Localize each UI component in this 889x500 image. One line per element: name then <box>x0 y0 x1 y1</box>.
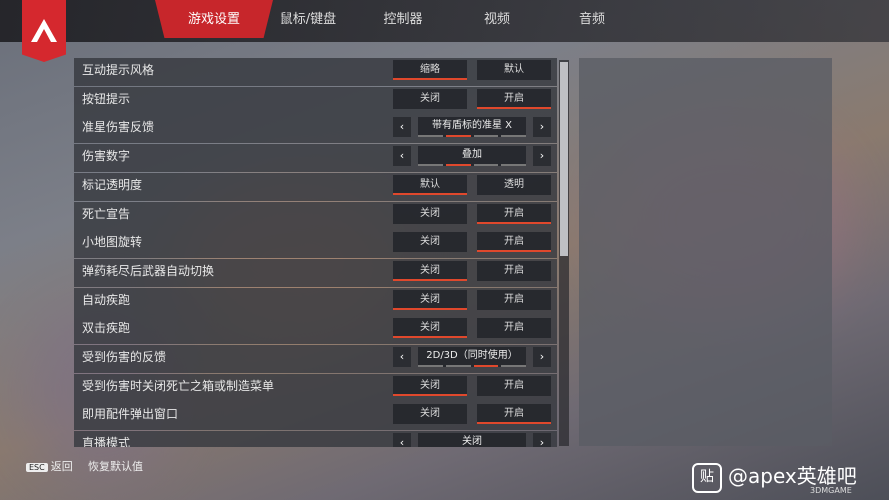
chevron-right-icon[interactable]: › <box>533 146 551 167</box>
chevron-left-icon[interactable]: ‹ <box>393 347 411 367</box>
option-button[interactable]: 默认 <box>393 174 467 195</box>
option-button[interactable]: 关闭 <box>393 289 467 310</box>
cycle-pip <box>418 135 443 138</box>
setting-row: 即用配件弹出窗口 关闭 开启 <box>74 402 557 431</box>
cycle-selector[interactable]: 叠加 <box>418 146 526 167</box>
option-button[interactable]: 关闭 <box>393 203 467 224</box>
setting-label: 标记透明度 <box>82 177 143 192</box>
setting-label: 小地图旋转 <box>82 235 143 250</box>
option-button[interactable]: 开启 <box>477 404 551 425</box>
chevron-left-icon[interactable]: ‹ <box>393 117 411 138</box>
setting-preview-panel <box>579 58 832 446</box>
option-button[interactable]: 开启 <box>477 375 551 396</box>
cycle-pip <box>501 135 526 138</box>
settings-scrollbar[interactable] <box>559 60 569 446</box>
reset-defaults-button[interactable]: 恢复默认值 <box>88 458 143 474</box>
watermark-sub: 3DMGAME <box>810 486 852 495</box>
cycle-pip <box>473 164 499 167</box>
cycle-indicator <box>418 164 526 167</box>
setting-row: 弹药耗尽后武器自动切换 关闭 开启 <box>74 258 557 287</box>
cycle-pip <box>418 365 443 367</box>
chevron-right-icon[interactable]: › <box>533 433 551 447</box>
cycle-pip <box>445 164 471 167</box>
apex-logo-icon <box>22 0 66 62</box>
setting-row: 按钮提示 关闭 开启 <box>74 86 557 115</box>
option-button[interactable]: 关闭 <box>393 88 467 109</box>
setting-row: 受到伤害时关闭死亡之箱或制造菜单 关闭 开启 <box>74 373 557 402</box>
cycle-pip <box>501 365 526 367</box>
cycle-selector[interactable]: 关闭 <box>418 433 526 447</box>
cycle-pip <box>445 365 471 367</box>
cycle-pip <box>473 365 499 367</box>
settings-list: 互动提示风格 缩略 默认 按钮提示 关闭 开启 准星伤害反馈 ‹ 带有盾标的准星 X › 伤害数字 ‹… <box>74 58 571 447</box>
scrollbar-thumb[interactable] <box>560 62 568 256</box>
tab-audio[interactable]: 音频 <box>542 0 642 38</box>
cycle-pip <box>445 135 471 138</box>
setting-row: 准星伤害反馈 ‹ 带有盾标的准星 X › <box>74 115 557 144</box>
setting-label: 自动疾跑 <box>82 292 131 307</box>
tab-controller[interactable]: 控制器 <box>353 0 453 38</box>
setting-row: 死亡宣告 关闭 开启 <box>74 201 557 230</box>
option-button[interactable]: 开启 <box>477 88 551 109</box>
tab-game-settings[interactable]: 游戏设置 <box>155 0 273 38</box>
setting-label: 直播模式 <box>82 436 131 447</box>
setting-row: 小地图旋转 关闭 开启 <box>74 230 557 259</box>
option-button[interactable]: 默认 <box>477 60 551 80</box>
back-label: 返回 <box>50 460 73 473</box>
cycle-selector[interactable]: 2D/3D（同时使用） <box>418 347 526 367</box>
setting-label: 伤害数字 <box>82 149 131 164</box>
setting-label: 互动提示风格 <box>82 63 155 77</box>
chevron-left-icon[interactable]: ‹ <box>393 146 411 167</box>
tab-mouse-keyboard[interactable]: 鼠标/键盘 <box>258 0 358 38</box>
setting-row: 自动疾跑 关闭 开启 <box>74 287 557 316</box>
option-button[interactable]: 开启 <box>477 318 551 339</box>
cycle-value: 带有盾标的准星 X <box>431 120 513 132</box>
watermark-text: @apex英雄吧 <box>728 464 857 488</box>
setting-row: 伤害数字 ‹ 叠加 › <box>74 144 557 173</box>
cycle-value: 2D/3D（同时使用） <box>426 350 518 361</box>
setting-label: 双击疾跑 <box>82 321 131 336</box>
cycle-value: 叠加 <box>462 149 482 161</box>
option-button[interactable]: 开启 <box>477 203 551 224</box>
option-button[interactable]: 开启 <box>477 232 551 253</box>
cycle-selector[interactable]: 带有盾标的准星 X <box>418 117 526 138</box>
cycle-pip <box>501 164 526 167</box>
option-button[interactable]: 关闭 <box>393 404 467 425</box>
tab-video[interactable]: 视频 <box>447 0 547 38</box>
option-button[interactable]: 开启 <box>477 260 551 281</box>
setting-label: 受到伤害时关闭死亡之箱或制造菜单 <box>82 378 275 393</box>
cycle-pip <box>473 135 499 138</box>
chevron-left-icon[interactable]: ‹ <box>393 433 411 447</box>
option-button[interactable]: 关闭 <box>393 260 467 281</box>
esc-key-icon: ESC <box>26 463 48 472</box>
setting-label: 按钮提示 <box>82 91 131 106</box>
setting-row: 受到伤害的反馈 ‹ 2D/3D（同时使用） › <box>74 345 557 373</box>
chevron-right-icon[interactable]: › <box>533 117 551 138</box>
option-button[interactable]: 透明 <box>477 174 551 195</box>
option-button[interactable]: 开启 <box>477 289 551 310</box>
setting-label: 弹药耗尽后武器自动切换 <box>82 263 215 278</box>
option-button[interactable]: 关闭 <box>393 232 467 253</box>
setting-label: 受到伤害的反馈 <box>82 350 167 364</box>
setting-label: 死亡宣告 <box>82 206 131 221</box>
cycle-indicator <box>418 135 526 138</box>
option-button[interactable]: 缩略 <box>393 60 467 80</box>
cycle-value: 关闭 <box>462 436 482 447</box>
setting-row: 互动提示风格 缩略 默认 <box>74 58 557 86</box>
tieba-logo-icon: 贴 <box>692 462 722 493</box>
setting-row: 标记透明度 默认 透明 <box>74 172 557 201</box>
back-hint[interactable]: ESC 返回 <box>26 458 73 474</box>
setting-row: 直播模式 ‹ 关闭 › <box>74 431 557 447</box>
cycle-indicator <box>418 365 526 367</box>
setting-label: 即用配件弹出窗口 <box>82 407 179 422</box>
cycle-pip <box>418 164 443 167</box>
chevron-right-icon[interactable]: › <box>533 347 551 367</box>
option-button[interactable]: 关闭 <box>393 318 467 339</box>
option-button[interactable]: 关闭 <box>393 375 467 396</box>
setting-row: 双击疾跑 关闭 开启 <box>74 316 557 345</box>
setting-label: 准星伤害反馈 <box>82 120 155 135</box>
